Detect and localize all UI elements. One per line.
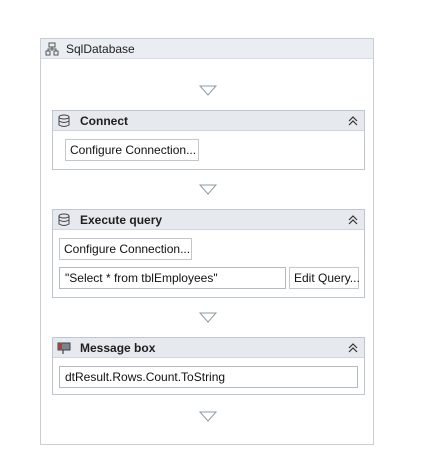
database-icon xyxy=(58,114,70,127)
connect-title: Connect xyxy=(80,113,128,128)
execute-query-header[interactable]: Execute query xyxy=(53,210,364,230)
designer-canvas: SqlDatabase Connect Configure Connection… xyxy=(0,0,429,472)
collapse-connect-button[interactable] xyxy=(346,114,360,128)
message-box-activity[interactable]: Message box dtResult.Rows.Count.ToString xyxy=(52,337,365,395)
drop-arrow-icon[interactable] xyxy=(199,184,217,196)
connect-configure-connection-button[interactable]: Configure Connection... xyxy=(65,139,199,161)
sequence-container[interactable]: SqlDatabase Connect Configure Connection… xyxy=(40,38,374,445)
collapse-message-box-button[interactable] xyxy=(346,341,360,355)
sequence-header[interactable]: SqlDatabase xyxy=(41,39,373,59)
message-text-field[interactable]: dtResult.Rows.Count.ToString xyxy=(59,366,358,388)
execute-query-activity[interactable]: Execute query Configure Connection... "S… xyxy=(52,209,365,298)
execute-query-configure-connection-button[interactable]: Configure Connection... xyxy=(59,238,192,260)
collapse-execute-query-button[interactable] xyxy=(346,213,360,227)
message-box-header[interactable]: Message box xyxy=(53,338,364,358)
database-icon xyxy=(58,213,70,226)
drop-arrow-icon[interactable] xyxy=(199,411,217,423)
execute-query-title: Execute query xyxy=(80,212,163,227)
drop-arrow-icon[interactable] xyxy=(199,85,217,97)
sequence-title: SqlDatabase xyxy=(66,41,135,56)
message-box-title: Message box xyxy=(80,340,156,355)
message-box-icon xyxy=(57,342,71,354)
connect-header[interactable]: Connect xyxy=(53,111,364,131)
connect-activity[interactable]: Connect Configure Connection... xyxy=(52,110,365,170)
sql-query-field[interactable]: "Select * from tblEmployees" xyxy=(59,267,286,289)
drop-arrow-icon[interactable] xyxy=(199,312,217,324)
edit-query-button[interactable]: Edit Query... xyxy=(289,267,360,289)
sequence-icon xyxy=(45,42,59,55)
